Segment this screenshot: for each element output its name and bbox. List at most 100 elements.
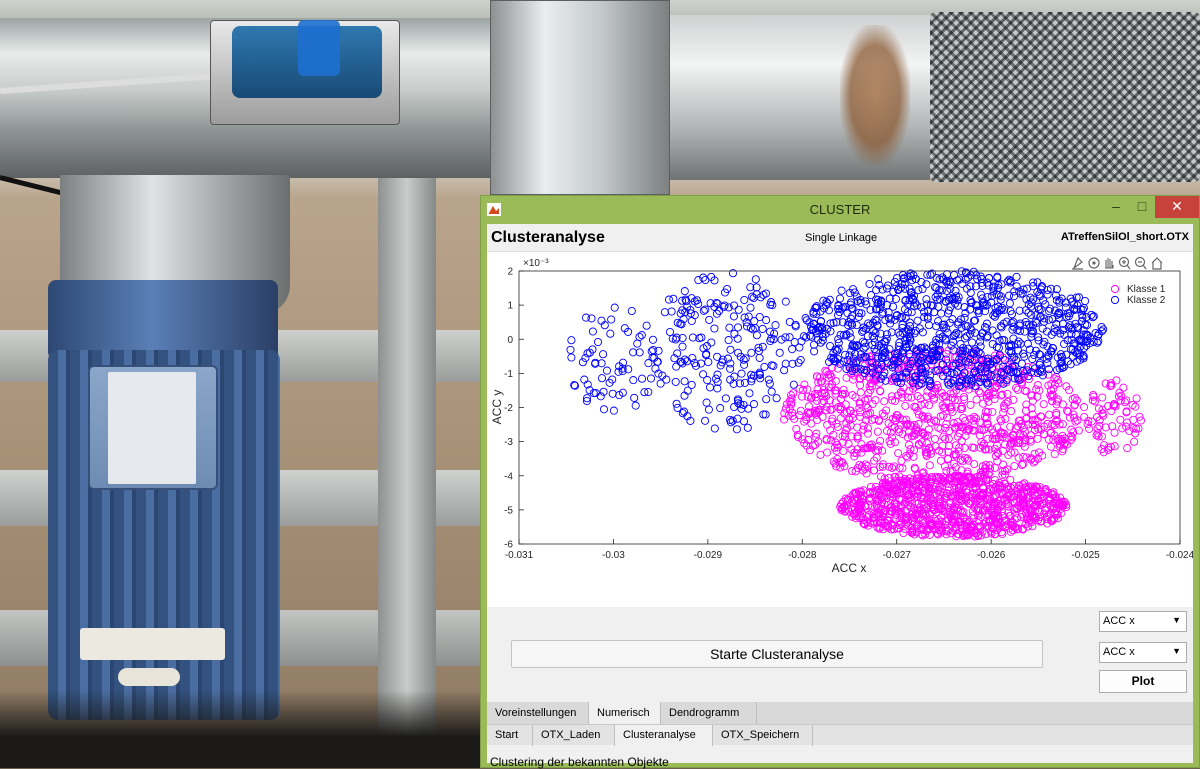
data-point-klasse-2 [629,376,638,385]
maximize-button[interactable]: □ [1129,196,1155,218]
y-tick-label: 1 [507,301,513,312]
data-point-klasse-2 [665,327,675,337]
title-bar[interactable]: CLUSTER – □ ✕ [481,196,1199,223]
x-axis-select[interactable]: ACC x ▼ [1099,611,1187,632]
data-point-klasse-2 [1097,322,1106,332]
data-point-klasse-1 [1080,412,1089,422]
data-point-klasse-2 [924,321,934,330]
data-point-klasse-2 [887,328,896,337]
data-point-klasse-2 [934,317,943,326]
data-point-klasse-2 [704,357,713,367]
data-point-klasse-2 [724,336,733,345]
usb-stick [298,20,340,76]
data-point-klasse-2 [755,353,764,362]
data-point-klasse-2 [758,324,767,333]
data-point-klasse-2 [781,359,790,368]
rotate-icon[interactable] [1088,257,1100,269]
data-point-klasse-1 [1122,418,1132,427]
y-tick-label: -3 [504,437,513,448]
braided-hose [930,12,1200,182]
tab-otx-laden[interactable]: OTX_Laden [533,725,615,746]
motor-flange [48,280,278,360]
tab-voreinstellungen[interactable]: Voreinstellungen [487,702,589,724]
close-button[interactable]: ✕ [1155,196,1199,218]
direction-arrow-plate [118,668,180,686]
data-point-klasse-2 [567,336,576,345]
tab-numerisch[interactable]: Numerisch [589,702,661,724]
scatter-plot-panel[interactable]: -0.031 -0.03 -0.029 -0.028 -0.027 -0.026 -0.02… [487,252,1193,607]
data-point-klasse-1 [1013,385,1022,394]
data-point-klasse-2 [637,331,646,340]
data-point-klasse-2 [914,286,923,295]
data-point-klasse-1 [859,425,868,434]
data-point-klasse-2 [580,375,589,384]
data-point-klasse-1 [930,434,940,443]
data-point-klasse-2 [726,345,735,354]
tab-dendrogramm[interactable]: Dendrogramm [661,702,757,724]
start-cluster-analysis-button[interactable]: Starte Clusteranalyse [511,640,1043,668]
scatter-chart[interactable]: -0.031 -0.03 -0.029 -0.028 -0.027 -0.026 -0.02… [487,252,1193,607]
x-axis-label: ACC x [832,561,867,575]
x-tick-label: -0.031 [505,550,534,561]
plot-button[interactable]: Plot [1099,670,1187,693]
legend-label-klasse-2: Klasse 2 [1127,295,1166,306]
y-axis-label: ACC y [490,390,504,425]
data-point-klasse-2 [627,306,636,316]
barcode-label [80,628,225,660]
y-tick-label: -1 [504,369,513,380]
data-point-klasse-2 [721,394,730,403]
chevron-down-icon: ▼ [1172,646,1181,656]
data-point-klasse-1 [938,441,947,450]
data-point-klasse-2 [610,303,619,312]
data-point-klasse-2 [637,374,647,383]
data-point-klasse-2 [705,383,715,392]
y-tick-label: -2 [504,403,513,414]
pan-icon[interactable] [1105,258,1114,269]
zoom-in-icon[interactable] [1118,256,1131,270]
axes-toolbar [1072,256,1163,270]
data-point-klasse-2 [772,394,781,403]
data-point-klasse-1 [839,446,848,456]
data-point-klasse-2 [737,369,746,378]
data-point-klasse-2 [702,398,711,407]
data-point-klasse-1 [1131,402,1140,411]
data-point-klasse-2 [672,399,681,408]
y-axis-select[interactable]: ACC x ▼ [1099,642,1187,663]
rust-spot [840,25,910,165]
data-point-klasse-2 [762,395,771,404]
minimize-button[interactable]: – [1103,196,1129,218]
data-point-klasse-2 [739,417,749,426]
data-point-klasse-1 [894,449,903,458]
data-point-klasse-2 [747,348,756,357]
data-point-klasse-2 [775,348,784,357]
status-text: Clustering der bekannten Objekte [490,755,669,769]
home-icon[interactable] [1151,257,1163,270]
brush-icon[interactable] [1072,256,1083,270]
data-point-klasse-2 [716,404,725,413]
tab-start[interactable]: Start [487,725,533,746]
tab-clusteranalyse[interactable]: Clusteranalyse [615,725,713,746]
data-point-klasse-2 [633,339,642,348]
data-point-klasse-2 [826,341,835,351]
data-point-klasse-2 [1052,319,1061,328]
data-point-klasse-2 [678,342,687,351]
zoom-out-icon[interactable] [1134,256,1147,270]
data-point-klasse-2 [635,332,644,341]
data-point-klasse-2 [631,401,640,410]
y-tick-label: 2 [507,267,513,278]
data-point-klasse-2 [751,275,760,284]
data-point-klasse-2 [780,366,789,375]
y-ticks: 2 1 0 -1 -2 -3 -4 -5 -6 [504,267,524,551]
data-point-klasse-2 [725,323,734,332]
data-point-klasse-1 [993,457,1002,466]
data-point-klasse-2 [593,337,603,347]
data-point-klasse-1 [884,419,893,428]
data-point-klasse-2 [599,350,608,359]
data-point-klasse-2 [703,376,712,385]
data-point-klasse-1 [876,436,885,445]
data-point-klasse-2 [1004,291,1014,300]
data-point-klasse-2 [654,346,663,355]
data-point-klasse-2 [1017,359,1026,368]
tab-otx-speichern[interactable]: OTX_Speichern [713,725,813,746]
data-point-klasse-2 [707,338,716,347]
